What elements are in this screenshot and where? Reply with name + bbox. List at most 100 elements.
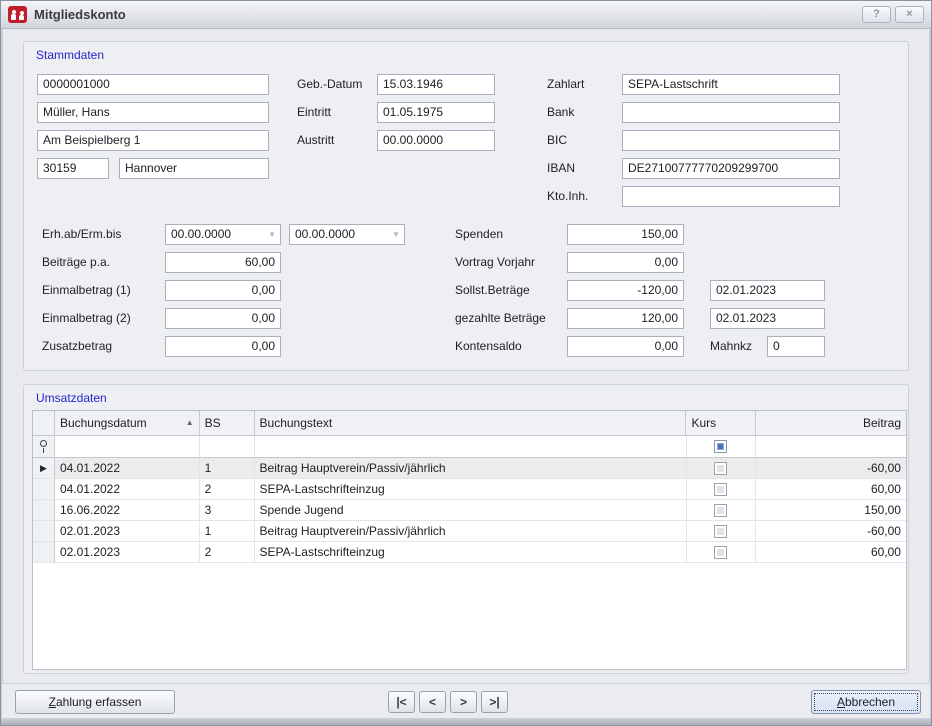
spenden-field[interactable]: 150,00 [567, 224, 684, 245]
cell-kurs[interactable] [687, 479, 757, 500]
kurs-checkbox[interactable] [714, 525, 727, 538]
beitraege-pa-field[interactable]: 60,00 [165, 252, 281, 273]
filter-pin-icon [39, 440, 48, 453]
filter-cell-bs[interactable] [200, 436, 255, 457]
erh-ab-dropdown[interactable]: 00.00.0000 ▼ [165, 224, 281, 245]
table-row[interactable]: ▶ 04.01.2022 1 Beitrag Hauptverein/Passi… [33, 458, 906, 479]
nav-first-button[interactable]: |< [388, 691, 415, 713]
nav-next-button[interactable]: > [450, 691, 477, 713]
cell-kurs[interactable] [687, 500, 757, 521]
cell-kurs[interactable] [687, 521, 757, 542]
row-indicator-cell: ▶ [33, 458, 55, 479]
table-row[interactable]: 02.01.2023 2 SEPA-Lastschrifteinzug 60,0… [33, 542, 906, 563]
kto-inh-field[interactable] [622, 186, 840, 207]
cell-buchungstext[interactable]: Spende Jugend [255, 500, 687, 521]
gezahlte-betraege-field[interactable]: 120,00 [567, 308, 684, 329]
cell-buchungsdatum[interactable]: 04.01.2022 [55, 479, 200, 500]
cell-buchungsdatum[interactable]: 02.01.2023 [55, 521, 200, 542]
abbrechen-button[interactable]: Abbrechen [811, 690, 921, 714]
kurs-checkbox[interactable] [714, 504, 727, 517]
geb-datum-label: Geb.-Datum [297, 77, 362, 92]
member-number-field[interactable]: 0000001000 [37, 74, 269, 95]
mahnkz-field[interactable]: 0 [767, 336, 825, 357]
cell-bs[interactable]: 1 [200, 458, 255, 479]
austritt-label: Austritt [297, 133, 334, 148]
cell-buchungsdatum[interactable]: 16.06.2022 [55, 500, 200, 521]
vortrag-vorjahr-field[interactable]: 0,00 [567, 252, 684, 273]
einmalbetrag2-label: Einmalbetrag (2) [42, 311, 131, 326]
name-field[interactable]: Müller, Hans [37, 102, 269, 123]
kurs-checkbox[interactable] [714, 483, 727, 496]
help-button[interactable]: ? [862, 6, 891, 23]
erm-bis-dropdown[interactable]: 00.00.0000 ▼ [289, 224, 405, 245]
filter-cell-buchungstext[interactable] [255, 436, 687, 457]
chevron-down-icon: ▼ [268, 230, 276, 239]
cell-bs[interactable]: 2 [200, 542, 255, 563]
table-row[interactable]: 02.01.2023 1 Beitrag Hauptverein/Passiv/… [33, 521, 906, 542]
cell-beitrag[interactable]: -60,00 [756, 521, 906, 542]
cell-bs[interactable]: 1 [200, 521, 255, 542]
cell-beitrag[interactable]: 60,00 [756, 479, 906, 500]
cell-buchungsdatum[interactable]: 04.01.2022 [55, 458, 200, 479]
filter-cell-buchungsdatum[interactable] [55, 436, 200, 457]
filter-cell-kurs[interactable] [687, 436, 757, 457]
column-header-buchungsdatum[interactable]: Buchungsdatum ▲ [55, 411, 200, 435]
cell-bs[interactable]: 2 [200, 479, 255, 500]
kontensaldo-field[interactable]: 0,00 [567, 336, 684, 357]
zusatzbetrag-field[interactable]: 0,00 [165, 336, 281, 357]
cell-buchungsdatum[interactable]: 02.01.2023 [55, 542, 200, 563]
eintritt-field[interactable]: 01.05.1975 [377, 102, 495, 123]
sollst-datum-field[interactable]: 02.01.2023 [710, 280, 825, 301]
title-bar: Mitgliedskonto ? × [1, 1, 931, 29]
cell-buchungstext[interactable]: SEPA-Lastschrifteinzug [255, 542, 687, 563]
cell-buchungstext[interactable]: Beitrag Hauptverein/Passiv/jährlich [255, 458, 687, 479]
bank-label: Bank [547, 105, 574, 120]
sollst-betraege-field[interactable]: -120,00 [567, 280, 684, 301]
einmalbetrag2-field[interactable]: 0,00 [165, 308, 281, 329]
person-icon [19, 15, 24, 20]
zahlung-erfassen-label: Zahlung erfassen [16, 691, 174, 713]
kontensaldo-label: Kontensaldo [455, 339, 522, 354]
zip-field[interactable]: 30159 [37, 158, 109, 179]
row-indicator-cell [33, 542, 55, 563]
kurs-filter-checkbox[interactable] [714, 440, 727, 453]
cell-beitrag[interactable]: 60,00 [756, 542, 906, 563]
cell-bs[interactable]: 3 [200, 500, 255, 521]
nav-last-button[interactable]: >| [481, 691, 508, 713]
bank-field[interactable] [622, 102, 840, 123]
street-field[interactable]: Am Beispielberg 1 [37, 130, 269, 151]
gezahlte-datum-field[interactable]: 02.01.2023 [710, 308, 825, 329]
cell-beitrag[interactable]: 150,00 [756, 500, 906, 521]
column-header-bs[interactable]: BS [200, 411, 255, 435]
grid-filter-row [33, 436, 906, 458]
close-button[interactable]: × [895, 6, 924, 23]
city-field[interactable]: Hannover [119, 158, 269, 179]
vortrag-vorjahr-label: Vortrag Vorjahr [455, 255, 535, 270]
filter-cell-beitrag[interactable] [756, 436, 906, 457]
kurs-checkbox[interactable] [714, 462, 727, 475]
gezahlte-betraege-label: gezahlte Beträge [455, 311, 546, 326]
column-header-kurs[interactable]: Kurs [686, 411, 756, 435]
cell-kurs[interactable] [687, 458, 757, 479]
cell-beitrag[interactable]: -60,00 [756, 458, 906, 479]
einmalbetrag1-field[interactable]: 0,00 [165, 280, 281, 301]
table-row[interactable]: 04.01.2022 2 SEPA-Lastschrifteinzug 60,0… [33, 479, 906, 500]
kurs-checkbox[interactable] [714, 546, 727, 559]
column-header-beitrag[interactable]: Beitrag [756, 411, 906, 435]
column-header-buchungstext[interactable]: Buchungstext [255, 411, 687, 435]
umsatzdaten-group: Umsatzdaten Buchungsdatum ▲ BS Buchungst… [23, 384, 909, 674]
row-indicator-cell [33, 521, 55, 542]
austritt-field[interactable]: 00.00.0000 [377, 130, 495, 151]
cell-buchungstext[interactable]: SEPA-Lastschrifteinzug [255, 479, 687, 500]
cell-buchungstext[interactable]: Beitrag Hauptverein/Passiv/jährlich [255, 521, 687, 542]
zahlart-field[interactable]: SEPA-Lastschrift [622, 74, 840, 95]
bic-field[interactable] [622, 130, 840, 151]
iban-label: IBAN [547, 161, 575, 176]
nav-prev-button[interactable]: < [419, 691, 446, 713]
cell-kurs[interactable] [687, 542, 757, 563]
abbrechen-label: Abbrechen [812, 691, 920, 713]
table-row[interactable]: 16.06.2022 3 Spende Jugend 150,00 [33, 500, 906, 521]
zahlung-erfassen-button[interactable]: Zahlung erfassen [15, 690, 175, 714]
geb-datum-field[interactable]: 15.03.1946 [377, 74, 495, 95]
iban-field[interactable]: DE27100777770209299700 [622, 158, 840, 179]
